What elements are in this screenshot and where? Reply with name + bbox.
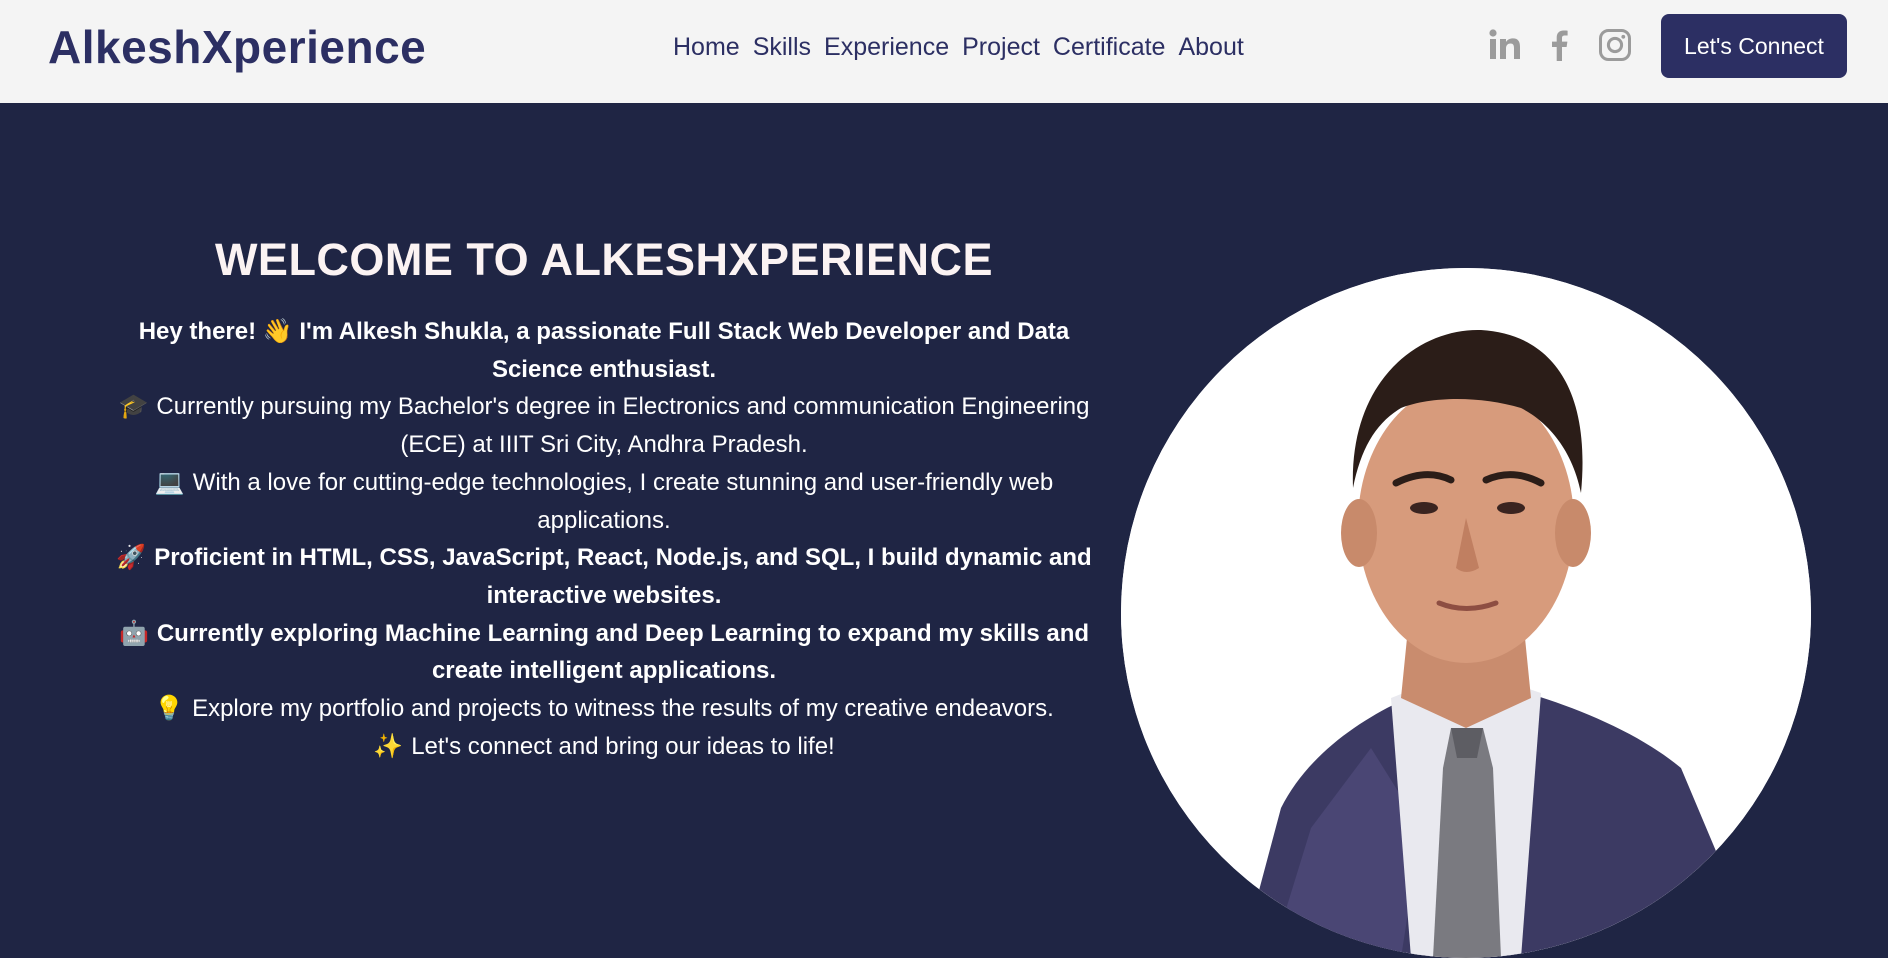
social-links (1486, 26, 1651, 64)
education-text: Currently pursuing my Bachelor's degree … (156, 393, 1090, 459)
facebook-icon[interactable] (1541, 26, 1579, 64)
hero-section: WELCOME TO ALKESHXPERIENCE Hey there! 👋 … (0, 103, 1888, 958)
skills-text: Proficient in HTML, CSS, JavaScript, Rea… (154, 544, 1092, 609)
instagram-icon[interactable] (1596, 26, 1634, 64)
intro-line: Hey there! 👋 I'm Alkesh Shukla, a passio… (92, 313, 1116, 388)
nav-link-experience[interactable]: Experience (824, 30, 949, 64)
nav-link-certificate[interactable]: Certificate (1053, 30, 1166, 64)
brand-logo[interactable]: AlkeshXperience (48, 20, 426, 74)
graduation-cap-icon: 🎓 (118, 392, 149, 421)
nav-link-skills[interactable]: Skills (753, 30, 811, 64)
hero-text: WELCOME TO ALKESHXPERIENCE Hey there! 👋 … (92, 234, 1116, 765)
nav-link-about[interactable]: About (1178, 30, 1243, 64)
nav-links: Home Skills Experience Project Certifica… (673, 30, 1257, 64)
robot-icon: 🤖 (118, 618, 149, 647)
education-line: 🎓 Currently pursuing my Bachelor's degree… (92, 388, 1116, 463)
lightbulb-icon: 💡 (154, 694, 185, 723)
web-apps-text: With a love for cutting-edge technologie… (192, 468, 1054, 534)
sparkles-icon: ✨ (373, 731, 404, 760)
laptop-icon: 💻 (154, 467, 185, 496)
intro-text: Hey there! 👋 I'm Alkesh Shukla, a passio… (138, 318, 1070, 383)
portfolio-text: Explore my portfolio and projects to wit… (192, 695, 1054, 723)
profile-photo (1121, 268, 1811, 958)
rocket-icon: 🚀 (116, 543, 147, 572)
hero-title: WELCOME TO ALKESHXPERIENCE (214, 234, 994, 285)
navbar: AlkeshXperience Home Skills Experience P… (0, 0, 1888, 103)
web-apps-line: 💻 With a love for cutting-edge technologi… (92, 464, 1116, 539)
connect-text: Let's connect and bring our ideas to lif… (411, 732, 835, 760)
portfolio-line: 💡 Explore my portfolio and projects to wi… (92, 690, 1116, 728)
nav-link-project[interactable]: Project (962, 30, 1040, 64)
skills-line: 🚀 Proficient in HTML, CSS, JavaScript, Re… (92, 539, 1116, 614)
ml-text: Currently exploring Machine Learning and… (156, 619, 1090, 685)
ml-line: 🤖 Currently exploring Machine Learning an… (92, 615, 1116, 690)
linkedin-icon[interactable] (1486, 26, 1524, 64)
connect-line: ✨ Let's connect and bring our ideas to li… (92, 728, 1116, 766)
lets-connect-button[interactable]: Let's Connect (1661, 14, 1847, 78)
nav-link-home[interactable]: Home (673, 30, 740, 64)
